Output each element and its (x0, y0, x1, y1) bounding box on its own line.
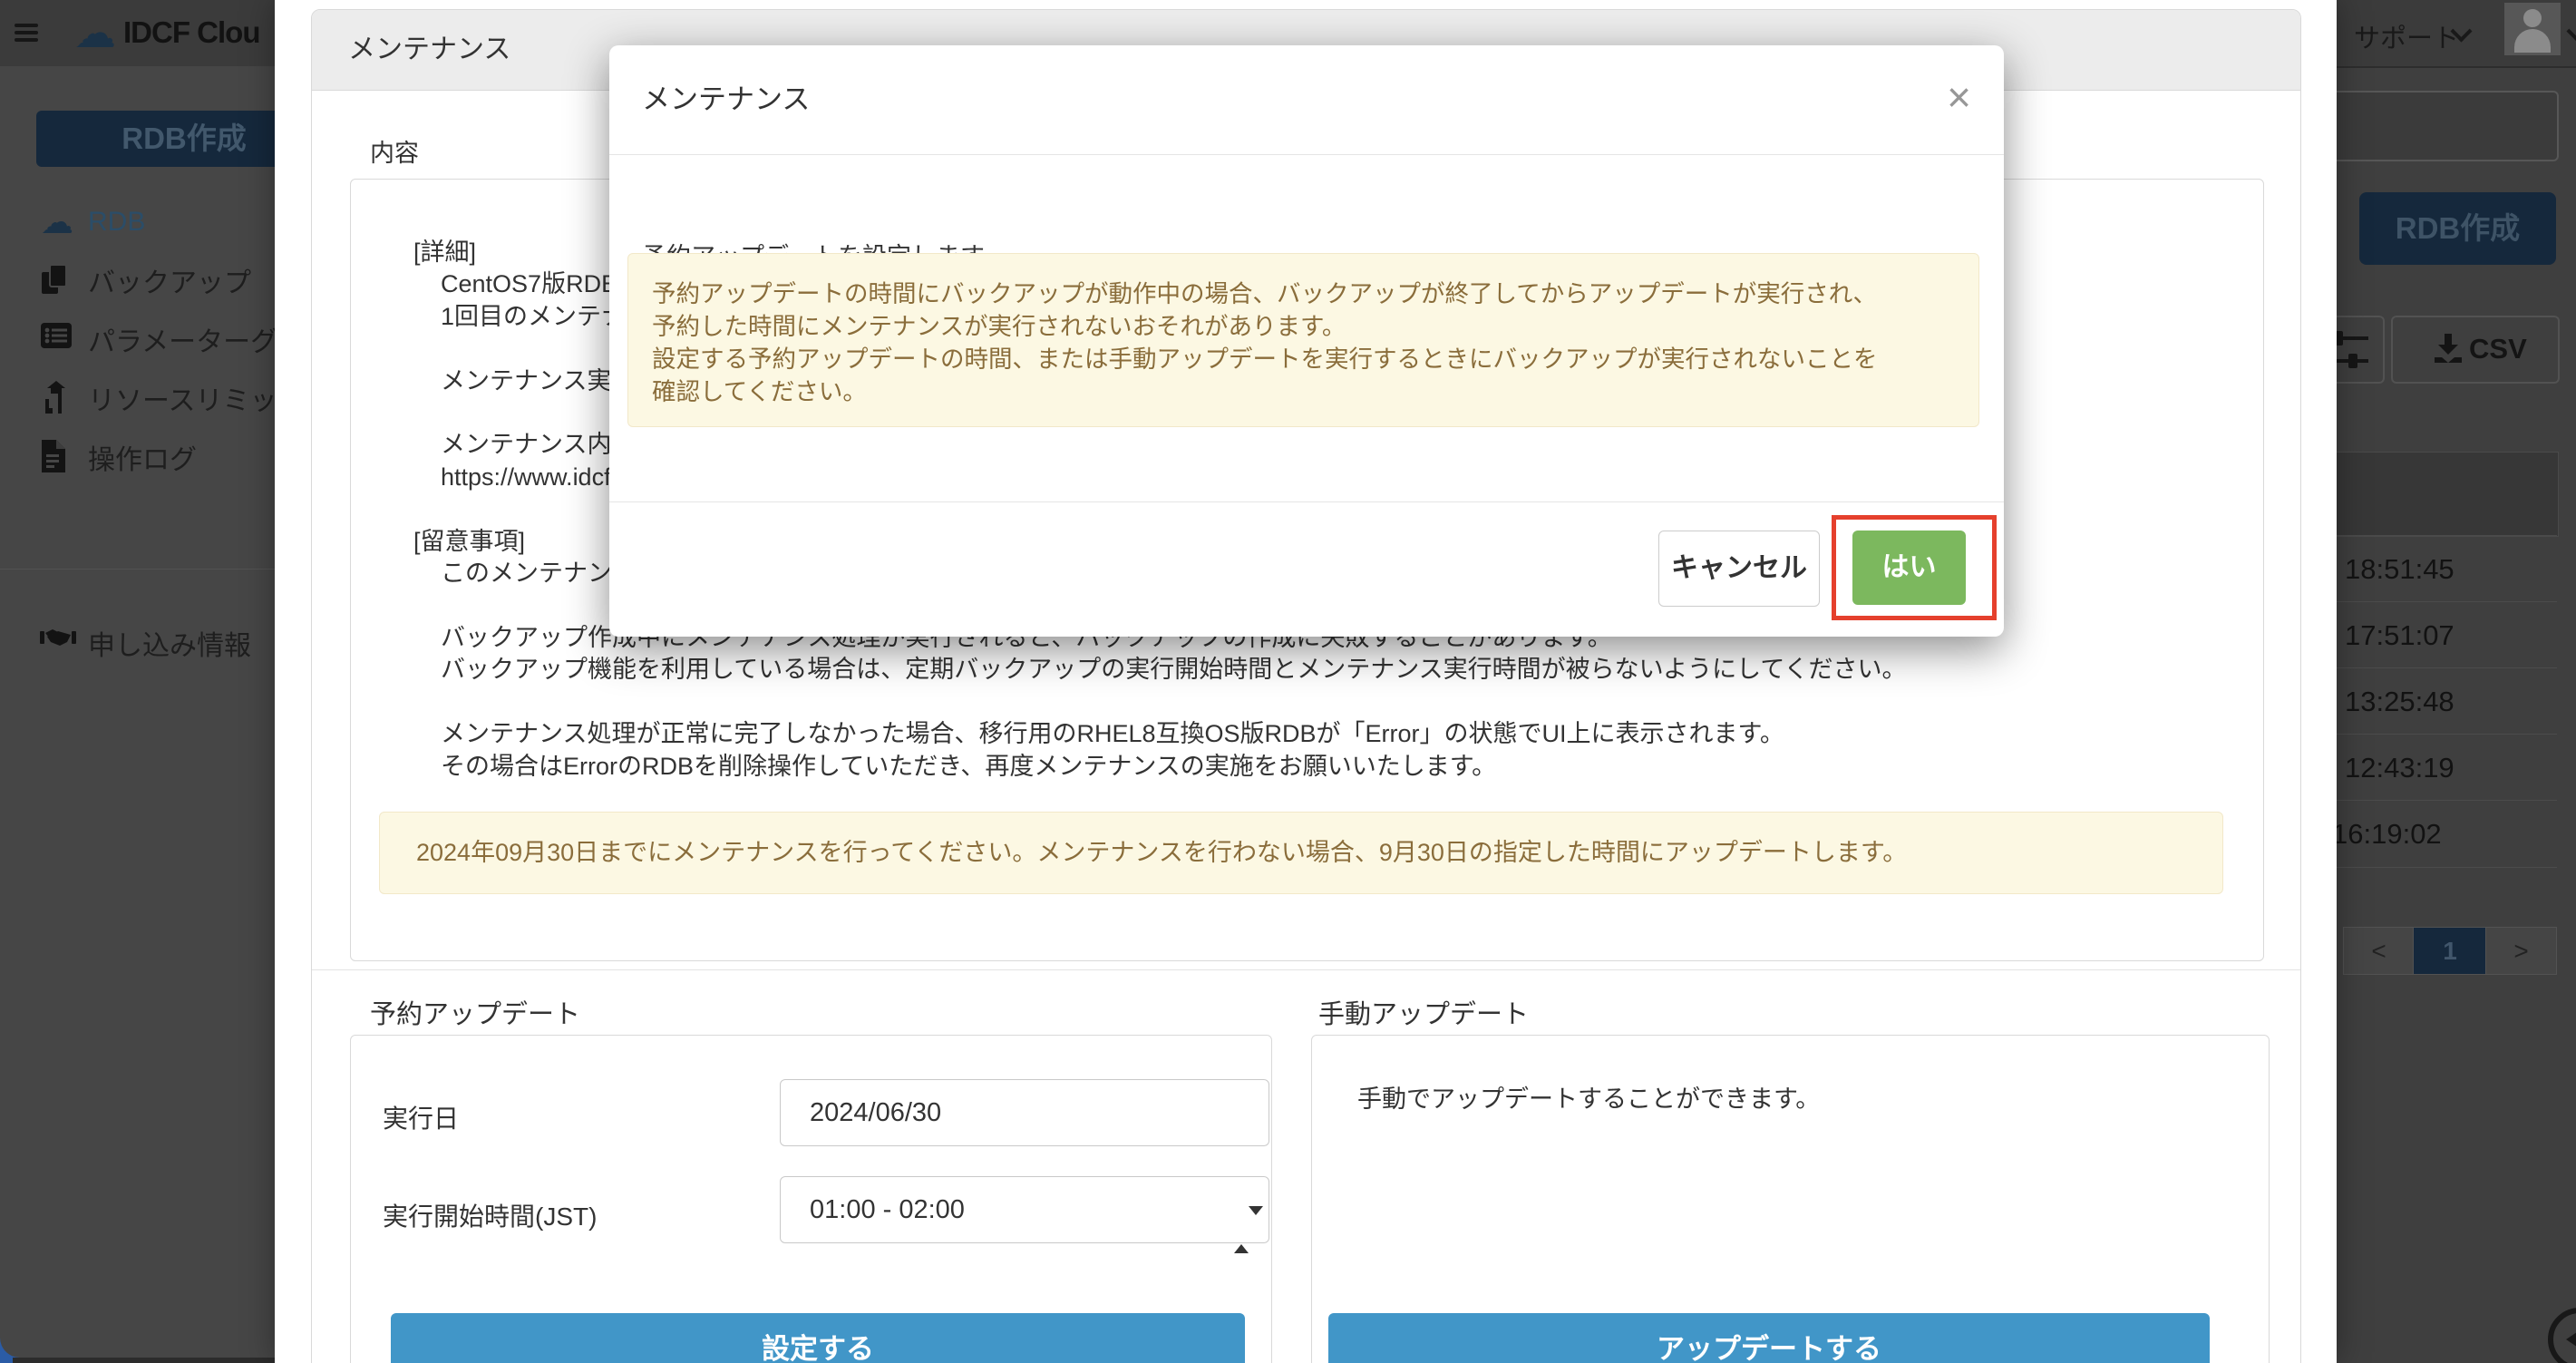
sidebar-item-application-info[interactable]: 申し込み情報 (0, 614, 275, 672)
arrow-left-icon (2566, 1329, 2576, 1350)
sidebar-item-label: リソースリミット (88, 378, 305, 418)
sidebar-item-backup[interactable]: バックアップ (0, 251, 275, 309)
logo-text[interactable]: IDCF Clou (123, 15, 259, 50)
table-row: 18:51:45 (2307, 535, 2557, 602)
deadline-notice: 2024年09月30日までにメンテナンスを行ってください。メンテナンスを行わない… (379, 812, 2223, 894)
sidebar-item-operation-log[interactable]: 操作ログ (0, 428, 275, 486)
table-row: 16:19:02 (2307, 800, 2557, 868)
modal-header: メンテナンス × (609, 45, 2004, 155)
exec-time-select[interactable]: 01:00 - 02:00 (780, 1176, 1269, 1243)
pagination-page-1[interactable]: 1 (2413, 927, 2487, 975)
sidebar-item-label: パラメーターグル (88, 319, 305, 359)
sidebar-item-label: RDB (88, 207, 145, 238)
table-row: 17:51:07 (2307, 601, 2557, 668)
pagination-next[interactable]: > (2485, 927, 2557, 975)
spinner-arrows-icon (1234, 1197, 1247, 1262)
scheduled-update-heading: 予約アップデート (370, 993, 580, 1031)
section-divider (312, 969, 2300, 970)
exec-date-input[interactable] (780, 1079, 1269, 1146)
maintenance-confirm-modal: メンテナンス × 予約アップデートを設定します。 予約アップデートの時間にバック… (609, 45, 2004, 637)
modal-warning-box: 予約アップデートの時間にバックアップが動作中の場合、バックアップが終了してからア… (627, 253, 1979, 427)
cancel-button[interactable]: キャンセル (1658, 531, 1820, 607)
manual-update-heading: 手動アップデート (1318, 993, 1529, 1031)
sidebar-item-resource-limit[interactable]: リソースリミット (0, 369, 275, 427)
copy-icon (40, 263, 74, 297)
sidebar-item-label: バックアップ (88, 260, 251, 300)
sidebar-divider (0, 569, 275, 570)
annotation-highlight-box (1832, 515, 1997, 620)
exec-date-label: 実行日 (383, 1099, 459, 1135)
list-icon (40, 322, 74, 356)
support-menu[interactable]: サポート (2354, 17, 2459, 55)
schedule-submit-button[interactable]: 設定する (391, 1313, 1245, 1363)
table-row: 12:43:19 (2307, 734, 2557, 801)
csv-label: CSV (2469, 333, 2527, 365)
search-input[interactable] (2303, 91, 2559, 161)
screen: ☁ IDCF Clou サポート RDB作成 ☁ RDB バックアップ パラメー… (0, 0, 2576, 1363)
sidebar-item-parameter-group[interactable]: パラメーターグル (0, 310, 275, 368)
modal-title: メンテナンス (642, 45, 810, 154)
sidebar-item-label: 操作ログ (88, 437, 197, 477)
csv-download-button[interactable]: CSV (2391, 316, 2560, 384)
table-header (2307, 452, 2559, 537)
sidebar-item-label: 申し込み情報 (88, 623, 251, 663)
table-row: 13:25:48 (2307, 667, 2557, 735)
handshake-icon (40, 626, 74, 660)
person-icon (2523, 9, 2542, 27)
manual-update-description: 手動でアップデートすることができます。 (1357, 1079, 1820, 1115)
chevron-down-icon (2566, 20, 2576, 42)
upload-arrow-icon (40, 381, 74, 415)
sidebar: RDB作成 ☁ RDB バックアップ パラメーターグル リソースリミット (0, 66, 275, 1358)
manual-update-button[interactable]: アップデートする (1328, 1313, 2210, 1363)
cloud-icon: ☁ (40, 205, 74, 239)
idcf-cloud-logo-icon: ☁ (74, 7, 116, 58)
modal-footer-divider (609, 501, 2004, 502)
pagination-prev[interactable]: < (2343, 927, 2415, 975)
window-bottom-edge (13, 1358, 275, 1363)
rdb-create-button[interactable]: RDB作成 (2359, 192, 2556, 265)
sidebar-item-rdb[interactable]: ☁ RDB (0, 193, 275, 251)
exec-time-label: 実行開始時間(JST) (383, 1197, 597, 1233)
scheduled-update-box: 実行日 実行開始時間(JST) 01:00 - 02:00 設定する (350, 1035, 1272, 1363)
content-section-label: 内容 (370, 133, 419, 169)
download-icon (2435, 334, 2462, 363)
avatar[interactable] (2504, 3, 2561, 55)
close-icon[interactable]: × (1947, 45, 1971, 149)
scroll-helper-button[interactable] (2548, 1308, 2576, 1363)
page-title: メンテナンス (348, 10, 510, 90)
file-icon (40, 440, 74, 474)
manual-update-box: 手動でアップデートすることができます。 アップデートする (1311, 1035, 2270, 1363)
